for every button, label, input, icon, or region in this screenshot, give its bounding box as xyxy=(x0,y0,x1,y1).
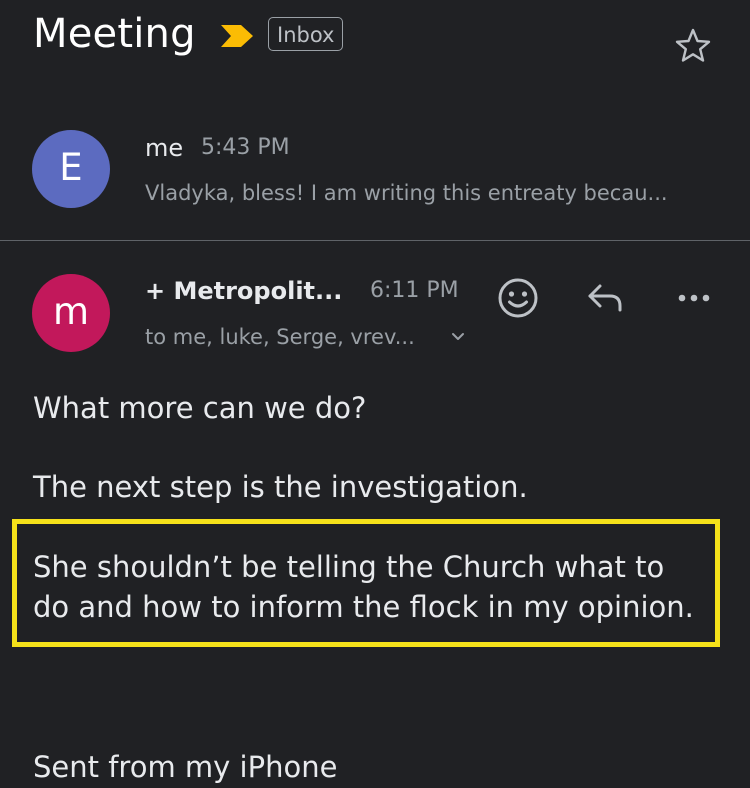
emoji-reaction-icon[interactable] xyxy=(495,275,541,321)
more-options-icon[interactable] xyxy=(674,284,716,312)
email-signature: Sent from my iPhone xyxy=(33,750,338,784)
message-body-line: What more can we do? xyxy=(33,391,367,425)
sender-name: me xyxy=(145,134,184,162)
avatar[interactable]: m xyxy=(32,274,110,352)
highlight-annotation-box xyxy=(12,519,720,647)
avatar[interactable]: E xyxy=(32,130,110,208)
email-subject: Meeting xyxy=(33,11,196,57)
inbox-label-badge[interactable]: Inbox xyxy=(268,17,344,51)
reply-icon[interactable] xyxy=(582,278,628,318)
message-time: 6:11 PM xyxy=(370,278,459,303)
sender-name: + Metropolit... xyxy=(145,277,343,305)
message-divider xyxy=(0,240,750,241)
recipients-summary[interactable]: to me, luke, Serge, vrev... xyxy=(145,322,415,352)
star-icon[interactable] xyxy=(673,26,713,66)
chevron-down-icon[interactable] xyxy=(450,330,466,344)
message-time: 5:43 PM xyxy=(201,135,290,160)
message-snippet[interactable]: Vladyka, bless! I am writing this entrea… xyxy=(145,178,668,208)
importance-marker-icon[interactable] xyxy=(219,23,255,49)
message-body-line: The next step is the investigation. xyxy=(33,470,528,504)
